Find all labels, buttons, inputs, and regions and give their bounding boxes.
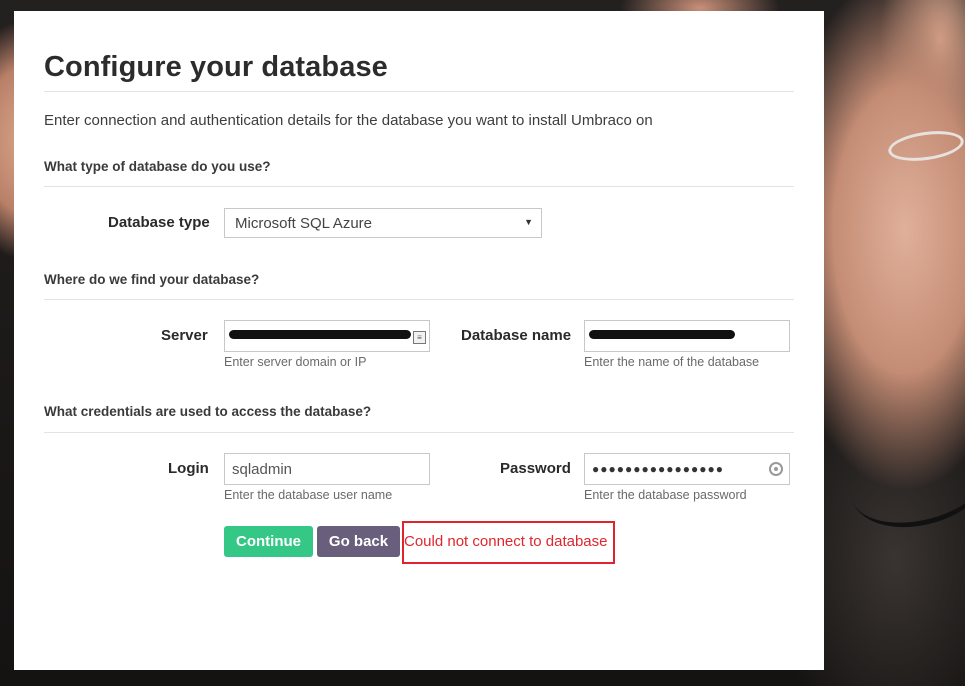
chevron-down-icon: ▼: [524, 217, 533, 227]
connection-error-message: Could not connect to database: [402, 521, 615, 564]
redacted-text: [589, 330, 735, 339]
server-input[interactable]: ≡: [224, 320, 430, 352]
divider: [44, 432, 794, 433]
intro-text: Enter connection and authentication deta…: [44, 112, 653, 129]
database-type-select[interactable]: Microsoft SQL Azure ▼: [224, 208, 542, 238]
divider: [44, 186, 794, 187]
database-type-selected: Microsoft SQL Azure: [235, 215, 372, 232]
database-name-hint: Enter the name of the database: [584, 355, 760, 369]
password-masked-value: ●●●●●●●●●●●●●●●●: [592, 462, 724, 476]
login-input[interactable]: [224, 453, 430, 485]
password-label: Password: [500, 460, 571, 477]
divider: [44, 299, 794, 300]
page-title: Configure your database: [44, 51, 388, 83]
section-heading-location: Where do we find your database?: [44, 272, 260, 287]
server-label: Server: [161, 327, 208, 344]
section-heading-credentials: What credentials are used to access the …: [44, 404, 372, 419]
go-back-button[interactable]: Go back: [317, 526, 400, 557]
server-hint: Enter server domain or IP: [224, 355, 367, 369]
section-heading-db-type: What type of database do you use?: [44, 159, 271, 174]
divider: [44, 91, 794, 92]
database-type-label: Database type: [108, 214, 210, 231]
password-input[interactable]: ●●●●●●●●●●●●●●●●: [584, 453, 790, 485]
install-panel: Configure your database Enter connection…: [14, 11, 824, 670]
database-name-label: Database name: [461, 327, 572, 344]
continue-button[interactable]: Continue: [224, 526, 313, 557]
password-reveal-icon[interactable]: [769, 462, 783, 476]
database-name-input[interactable]: [584, 320, 790, 352]
redacted-text: [229, 330, 411, 339]
password-hint: Enter the database password: [584, 488, 747, 502]
autofill-icon[interactable]: ≡: [413, 331, 426, 344]
login-label: Login: [168, 460, 209, 477]
login-hint: Enter the database user name: [224, 488, 393, 502]
